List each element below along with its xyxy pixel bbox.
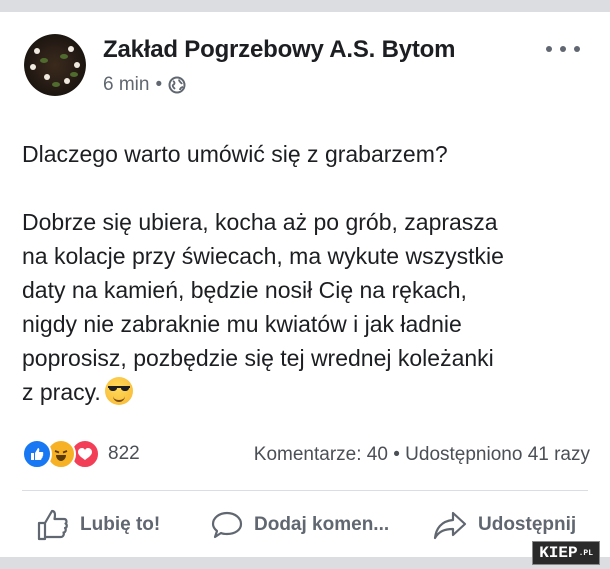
post-card: Zakład Pogrzebowy A.S. Bytom 6 min • Dla…	[0, 12, 610, 557]
meta-separator: •	[155, 74, 163, 95]
comment-button[interactable]: Dodaj komen...	[210, 508, 389, 542]
engagement-stats: Komentarze: 40 • Udostępniono 41 razy	[254, 444, 590, 466]
comment-label: Dodaj komen...	[254, 514, 390, 535]
comment-icon	[211, 511, 243, 539]
post-line: daty na kamień, będzie nosił Cię na ręka…	[22, 277, 467, 303]
share-icon	[433, 511, 467, 540]
like-label: Lubię to!	[80, 514, 161, 535]
author-name[interactable]: Zakład Pogrzebowy A.S. Bytom	[103, 36, 455, 64]
post-line-text: z pracy.	[22, 379, 101, 405]
thumbs-up-icon	[37, 509, 68, 541]
post-meta: 6 min •	[103, 74, 186, 96]
post-line: nigdy nie zabraknie mu kwiatów i jak ład…	[22, 311, 462, 337]
watermark-suffix: .PL	[578, 548, 593, 558]
shares-count[interactable]: Udostępniono 41 razy	[405, 444, 590, 465]
post-text: Dlaczego warto umówić się z grabarzem? D…	[22, 137, 592, 409]
post-line-last: z pracy.	[22, 375, 592, 409]
like-reaction-icon	[22, 439, 52, 469]
page-avatar[interactable]	[24, 34, 86, 96]
comments-count[interactable]: Komentarze: 40	[254, 444, 388, 465]
divider	[22, 490, 588, 491]
stats-separator: •	[393, 444, 400, 465]
site-watermark: KIEP .PL	[532, 541, 600, 565]
post-line: na kolacje przy świecach, ma wykute wszy…	[22, 243, 504, 269]
sunglasses-emoji	[104, 377, 133, 405]
post-time[interactable]: 6 min	[103, 74, 149, 96]
post-line: poprosisz, pozbędzie się tej wrednej kol…	[22, 345, 494, 371]
globe-icon[interactable]	[168, 76, 186, 94]
share-button[interactable]: Udostępnij	[432, 508, 576, 542]
like-button[interactable]: Lubię to!	[36, 508, 160, 542]
post-line: Dobrze się ubiera, kocha aż po grób, zap…	[22, 209, 498, 235]
reactions-summary[interactable]: 822	[22, 439, 140, 469]
action-bar: Lubię to! Dodaj komen... Udostępnij	[0, 508, 610, 554]
share-label: Udostępnij	[478, 514, 577, 535]
watermark-text: KIEP	[539, 544, 578, 562]
reaction-count: 822	[108, 443, 140, 464]
post-question: Dlaczego warto umówić się z grabarzem?	[22, 141, 448, 167]
more-options-icon[interactable]	[546, 42, 580, 56]
